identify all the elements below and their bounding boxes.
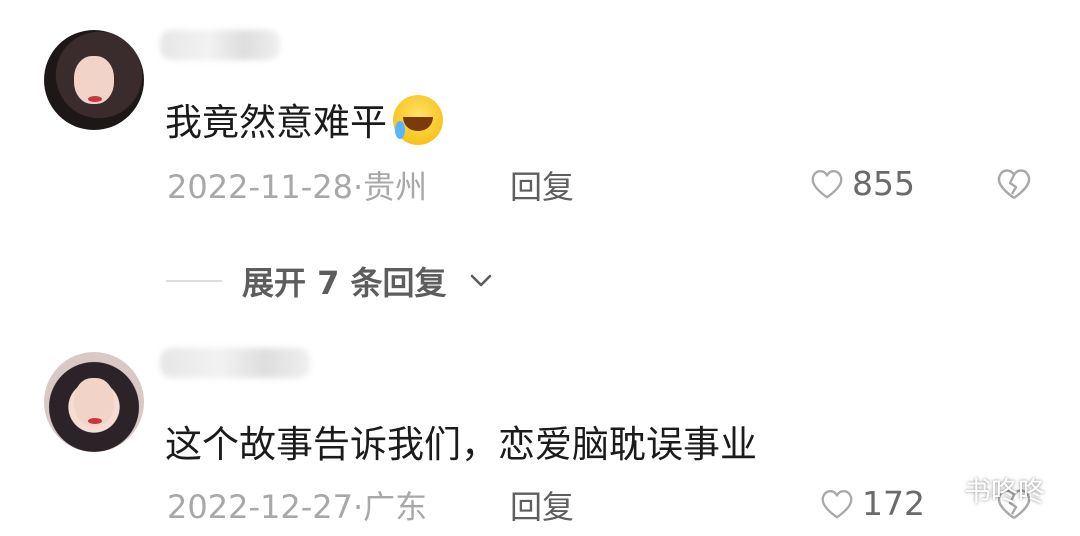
laughing-crying-emoji-icon	[393, 95, 443, 145]
comment-date: 2022-12-27	[167, 488, 353, 526]
reply-button[interactable]: 回复	[510, 162, 574, 208]
comment-item: 我竟然意难平 2022-11-28·贵州 回复 855 展开 7 条回复	[0, 0, 1080, 330]
username-blurred[interactable]	[160, 348, 310, 378]
comment-date: 2022-11-28	[167, 168, 353, 206]
wechat-icon	[922, 476, 955, 503]
expand-replies-button[interactable]: 展开 7 条回复	[166, 258, 495, 304]
avatar[interactable]	[44, 352, 144, 452]
avatar-lips	[88, 96, 102, 102]
heart-icon	[811, 169, 843, 198]
watermark: 书咚咚	[920, 470, 1045, 509]
heart-icon	[821, 489, 853, 518]
expand-replies-label: 展开 7 条回复	[242, 264, 447, 302]
broken-heart-icon	[997, 169, 1031, 199]
like-count: 172	[862, 484, 925, 523]
comment-text: 我竟然意难平	[165, 92, 443, 146]
meta-separator: ·	[352, 488, 364, 526]
comment-text: 这个故事告诉我们，恋爱脑耽误事业	[165, 423, 757, 466]
avatar-lips	[88, 418, 102, 424]
avatar[interactable]	[44, 30, 144, 130]
meta-separator: ·	[352, 168, 364, 206]
comment-location: 贵州	[363, 168, 428, 206]
username-blurred[interactable]	[160, 30, 280, 60]
comment-text-content: 我竟然意难平	[165, 101, 387, 144]
reply-button[interactable]: 回复	[510, 482, 574, 528]
like-button[interactable]: 855	[808, 164, 915, 203]
watermark-text: 书咚咚	[964, 477, 1045, 508]
comment-item: 这个故事告诉我们，恋爱脑耽误事业 2022-12-27·广东 回复 172	[0, 330, 1080, 536]
comment-location: 广东	[363, 488, 428, 526]
like-count: 855	[852, 164, 915, 203]
dislike-button[interactable]	[994, 164, 1034, 208]
chevron-down-icon	[470, 274, 491, 287]
comment-meta: 2022-12-27·广东	[167, 482, 427, 528]
expand-divider	[166, 280, 222, 282]
comment-meta: 2022-11-28·贵州	[167, 162, 427, 208]
like-button[interactable]: 172	[818, 484, 925, 523]
